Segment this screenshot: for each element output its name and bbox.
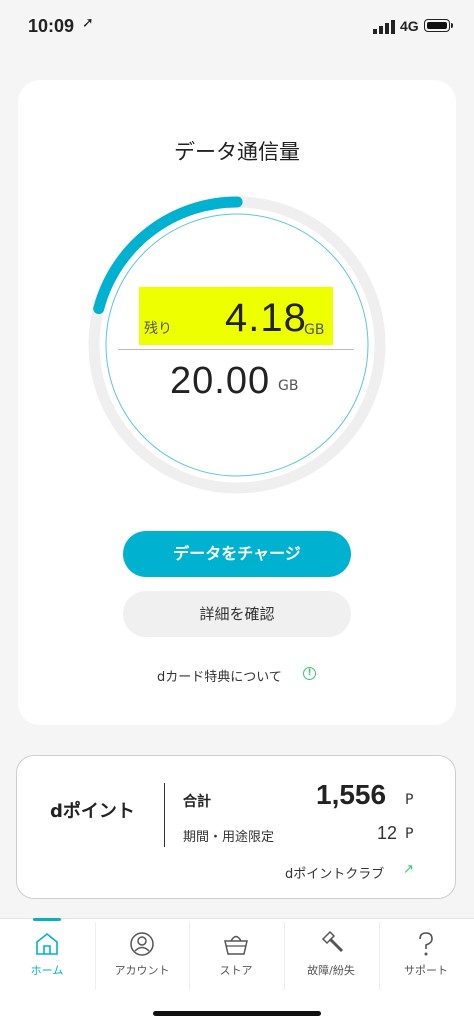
gauge-divider (118, 349, 354, 350)
network-type: 4G (400, 18, 419, 34)
location-arrow-icon: ➚ (82, 15, 94, 31)
dpoint-total-value: 1,556 (316, 779, 387, 810)
data-usage-title: データ通信量 (174, 140, 300, 164)
tab-support[interactable]: サポート (379, 930, 473, 990)
dcard-benefits-link[interactable]: dカード特典について (157, 666, 282, 685)
status-bar: 10:09 ➚ 4G (0, 0, 474, 54)
dpoint-limited-unit: P (405, 826, 414, 842)
dpoint-total-label: 合計 (183, 794, 211, 810)
tab-account[interactable]: アカウント (95, 930, 189, 990)
dpoint-limited-value: 12 (377, 823, 398, 843)
tab-store-label: ストア (219, 964, 253, 977)
external-arrow-icon[interactable]: ↗ (403, 862, 414, 877)
status-time: 10:09 (28, 16, 75, 36)
home-icon (36, 932, 58, 955)
tab-repair-lost[interactable]: 故障/紛失 (284, 930, 378, 990)
data-gauge (88, 196, 386, 494)
remaining-label: 残り (144, 321, 172, 337)
tab-support-label: サポート (404, 964, 448, 977)
dpoint-total-unit: P (405, 792, 414, 808)
remaining-value: 4.18 (225, 296, 307, 340)
question-icon (419, 932, 433, 956)
dpoint-limited-label: 期間・用途限定 (183, 830, 275, 845)
tab-home[interactable]: ホーム (0, 930, 94, 990)
dpoint-title: dポイント (50, 801, 135, 822)
active-tab-indicator (33, 918, 61, 921)
remaining-unit: GB (304, 322, 325, 338)
tab-home-label: ホーム (30, 964, 64, 977)
battery-tip (451, 23, 453, 28)
charge-data-button[interactable]: データをチャージ (123, 531, 351, 577)
account-icon (130, 932, 154, 956)
hammer-icon (321, 930, 344, 953)
total-value: 20.00 (170, 360, 271, 402)
signal-icon (373, 20, 395, 34)
total-unit: GB (278, 378, 299, 394)
home-indicator (153, 1011, 321, 1016)
dpoint-divider (164, 783, 165, 847)
tab-store[interactable]: ストア (189, 930, 283, 990)
basket-icon (224, 935, 248, 955)
battery-icon (424, 19, 450, 32)
tab-account-label: アカウント (114, 964, 170, 977)
tab-repair-lost-label: 故障/紛失 (307, 964, 355, 977)
info-icon[interactable]: ! (303, 667, 316, 680)
dpoint-club-link[interactable]: dポイントクラブ (285, 863, 384, 882)
view-details-button[interactable]: 詳細を確認 (123, 591, 351, 637)
